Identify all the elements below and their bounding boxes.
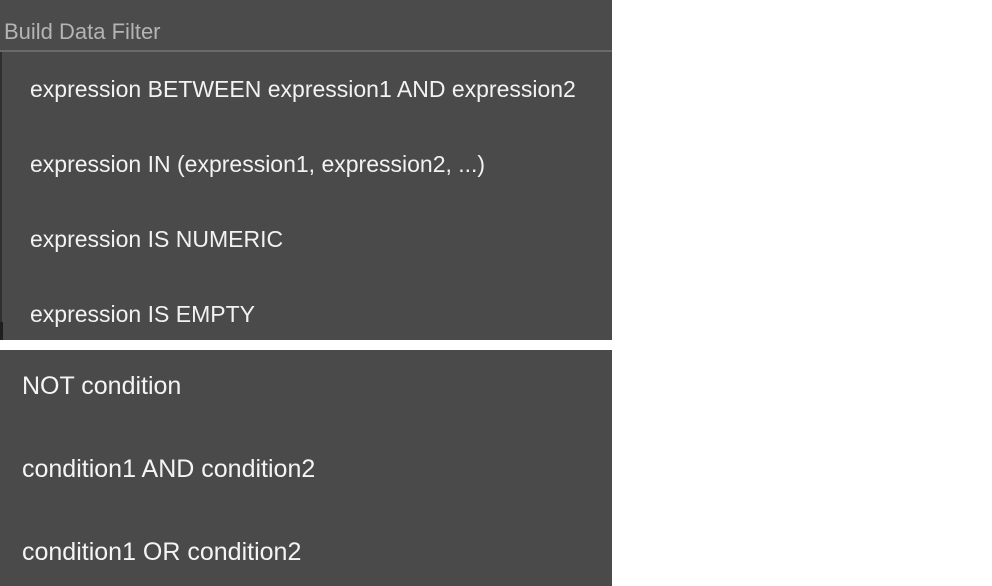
menu-item-label: condition1 AND condition2 xyxy=(22,455,316,483)
menu-item-in[interactable]: expression IN (expression1, expression2,… xyxy=(2,127,612,202)
menu-item-and-condition[interactable]: condition1 AND condition2 xyxy=(0,433,612,516)
menu-item-not-condition[interactable]: NOT condition xyxy=(0,350,612,433)
menu-item-label: expression IS EMPTY xyxy=(30,301,255,327)
menu-item-label: expression IS NUMERIC xyxy=(30,226,284,252)
menu-item-label: expression IN (expression1, expression2,… xyxy=(30,151,486,177)
condition-operator-panel: NOT condition condition1 AND condition2 … xyxy=(0,350,612,586)
screenshot-stage: Build Data Filter expression BETWEEN exp… xyxy=(0,0,992,586)
menu-item-is-empty[interactable]: expression IS EMPTY xyxy=(2,277,612,352)
menu-item-between[interactable]: expression BETWEEN expression1 AND expre… xyxy=(2,52,612,127)
menu-item-label: NOT condition xyxy=(22,372,182,400)
menu-item-label: expression BETWEEN expression1 AND expre… xyxy=(30,76,576,102)
menu-item-is-numeric[interactable]: expression IS NUMERIC xyxy=(2,202,612,277)
menu-item-label: condition1 OR condition2 xyxy=(22,538,302,566)
expression-operator-menu: expression BETWEEN expression1 AND expre… xyxy=(2,52,612,340)
panel-title: Build Data Filter xyxy=(4,19,161,44)
panel-header: Build Data Filter xyxy=(0,0,612,50)
menu-item-or-condition[interactable]: condition1 OR condition2 xyxy=(0,516,612,586)
build-data-filter-panel: Build Data Filter expression BETWEEN exp… xyxy=(0,0,612,340)
condition-operator-menu: NOT condition condition1 AND condition2 … xyxy=(0,350,612,586)
